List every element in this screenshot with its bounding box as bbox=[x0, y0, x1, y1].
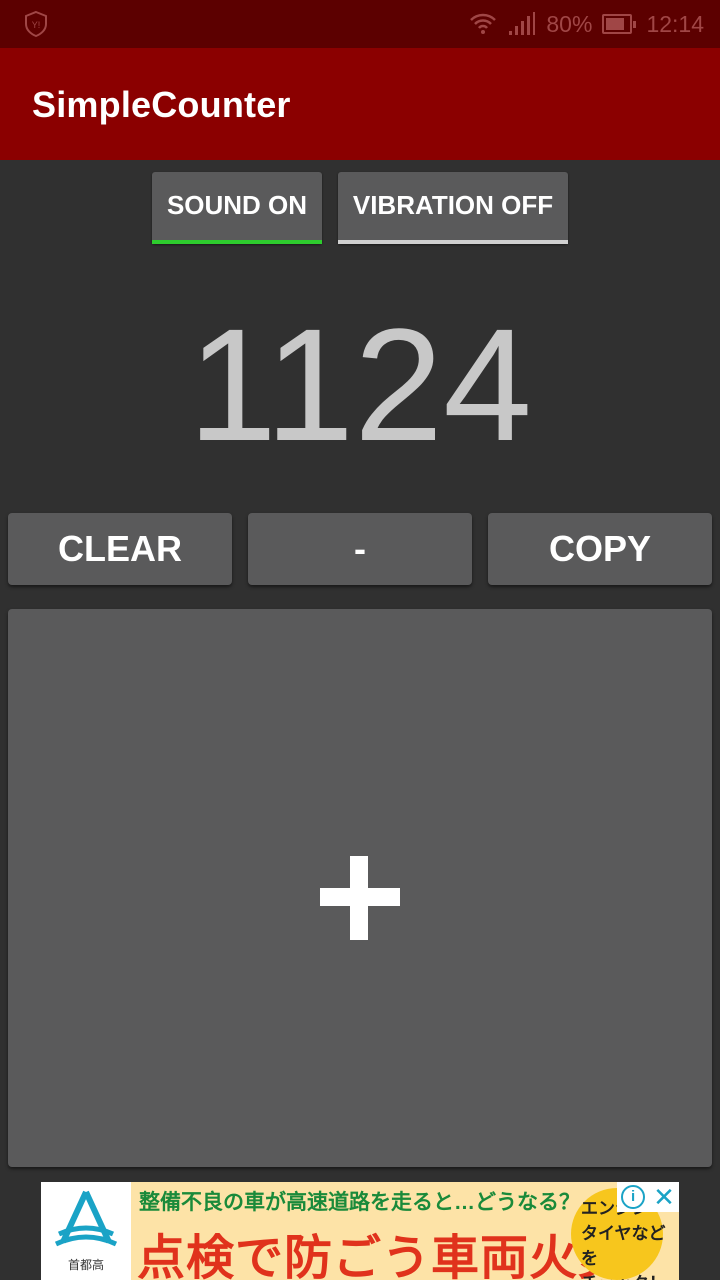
clear-button[interactable]: CLEAR bbox=[8, 513, 232, 585]
battery-icon bbox=[602, 14, 637, 34]
vibration-toggle-label: VIBRATION OFF bbox=[352, 189, 554, 220]
sound-toggle-button[interactable]: SOUND ON bbox=[152, 172, 322, 244]
shutoko-logo-icon bbox=[54, 1190, 118, 1247]
wifi-icon bbox=[470, 13, 497, 34]
plus-icon bbox=[320, 856, 400, 940]
battery-percent: 80% bbox=[546, 10, 593, 37]
decrement-button-label: - bbox=[354, 528, 366, 569]
ad-close-icon[interactable]: ✕ bbox=[653, 1184, 675, 1210]
copy-button-label: COPY bbox=[548, 528, 652, 569]
ad-banner[interactable]: 首都高 整備不良の車が高速道路を走ると…どうなる？ 点検で防ごう車両火災 エンジ… bbox=[41, 1182, 679, 1280]
ad-headline: 整備不良の車が高速道路を走ると…どうなる？ bbox=[139, 1191, 580, 1214]
ad-controls: i ✕ bbox=[617, 1182, 679, 1212]
sound-toggle-indicator bbox=[152, 240, 322, 244]
ad-badge-line: チェック！ bbox=[581, 1271, 673, 1280]
sound-toggle-label: SOUND ON bbox=[166, 189, 308, 220]
status-bar: Y! 80% 12:14 bbox=[0, 0, 720, 48]
shield-icon: Y! bbox=[25, 10, 47, 38]
signal-icon bbox=[509, 12, 536, 35]
decrement-button[interactable]: - bbox=[248, 513, 472, 585]
status-indicators: 80% 12:14 bbox=[468, 0, 704, 48]
clear-button-label: CLEAR bbox=[58, 528, 182, 569]
vibration-toggle-indicator bbox=[338, 240, 568, 244]
svg-text:Y!: Y! bbox=[32, 20, 41, 30]
app-title: SimpleCounter bbox=[32, 84, 291, 125]
copy-button[interactable]: COPY bbox=[488, 513, 712, 585]
ad-badge-line: タイヤなどを bbox=[581, 1224, 666, 1268]
app-bar: SimpleCounter bbox=[0, 48, 720, 160]
ad-logo-text: 首都高 bbox=[67, 1258, 104, 1272]
clock: 12:14 bbox=[646, 10, 704, 37]
vibration-toggle-button[interactable]: VIBRATION OFF bbox=[338, 172, 568, 244]
ad-logo: 首都高 bbox=[41, 1182, 131, 1280]
ad-main-text: 点検で防ごう車両火災 bbox=[137, 1232, 628, 1280]
counter-value: 1124 bbox=[187, 295, 533, 474]
ad-info-icon[interactable]: i bbox=[621, 1185, 646, 1209]
battery-fill bbox=[606, 18, 625, 30]
